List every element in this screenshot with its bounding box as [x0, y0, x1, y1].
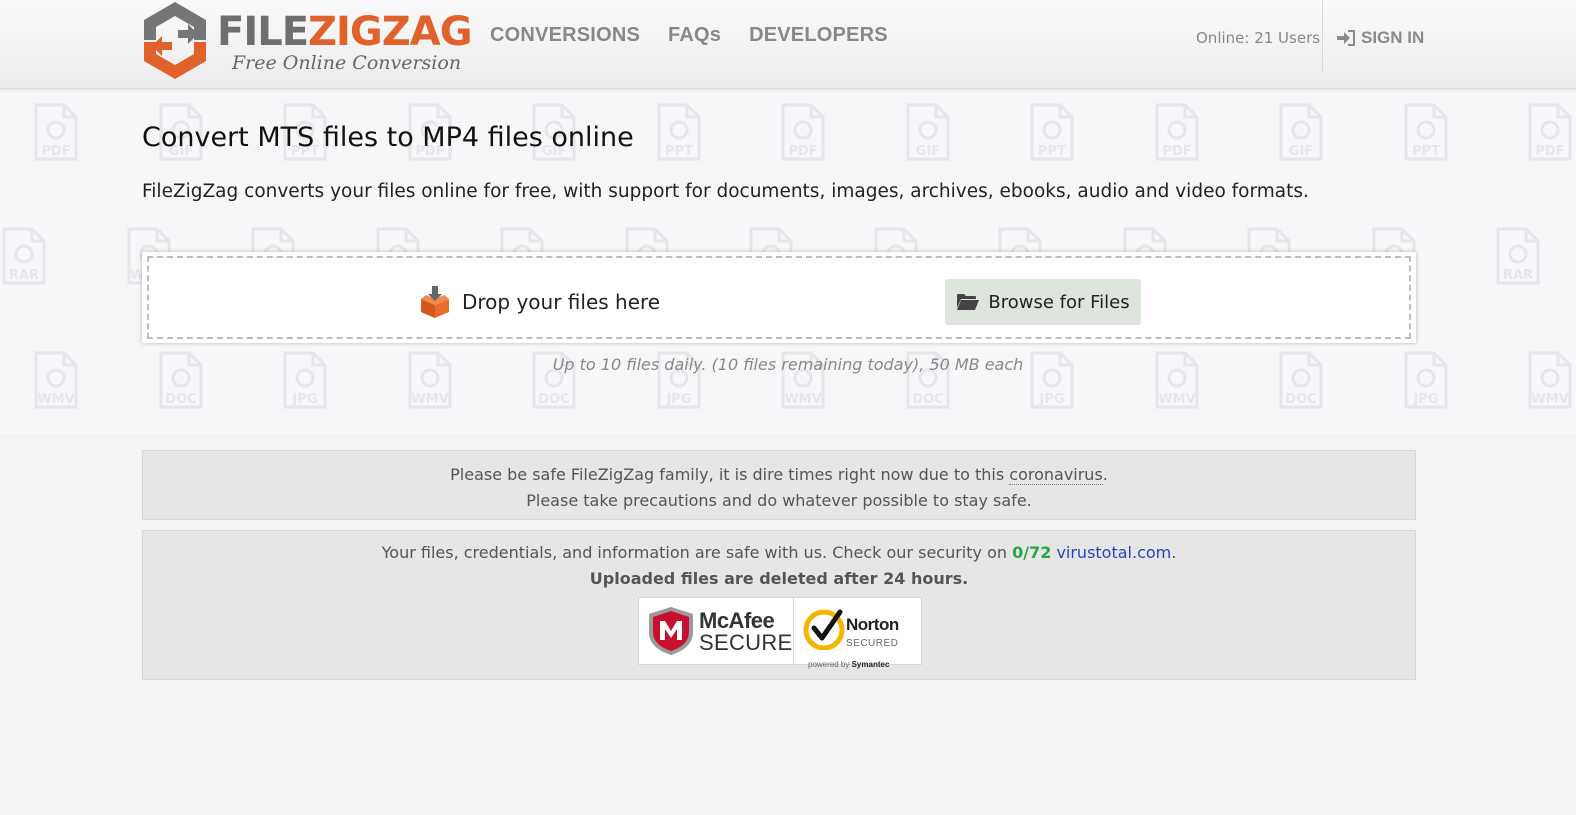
virustotal-link[interactable]: virustotal.com	[1056, 543, 1171, 562]
logo-tagline: Free Online Conversion	[232, 52, 462, 74]
safety-notice: Please be safe FileZigZag family, it is …	[142, 450, 1416, 520]
dropzone-dashed-border	[147, 256, 1411, 339]
watermark-label: PDF	[41, 144, 70, 159]
safety-notice-line1: Please be safe FileZigZag family, it is …	[450, 465, 1108, 485]
upload-limits-text: Up to 10 files daily. (10 files remainin…	[552, 355, 1024, 374]
file-icon: PDF	[1528, 103, 1572, 161]
logo[interactable]: FILEZIGZAG Free Online Conversion	[142, 0, 473, 82]
watermark-label: WMV	[411, 392, 448, 407]
norton-powered-by: powered by Symantec	[808, 660, 890, 669]
watermark-label: PPT	[1038, 144, 1066, 159]
logo-hexagon-icon	[144, 2, 206, 79]
watermark-label: PDF	[1535, 144, 1564, 159]
watermark-label: RAR	[9, 268, 39, 283]
watermark-label: JPG	[1412, 392, 1438, 407]
file-icon: PPT	[1404, 103, 1447, 161]
browse-files-button[interactable]: Browse for Files	[945, 279, 1141, 325]
norton-secured-badge[interactable]: Norton SECURED powered by Symantec	[794, 597, 922, 669]
drop-files-text: Drop your files here	[462, 290, 661, 314]
browse-files-label: Browse for Files	[988, 291, 1130, 313]
security-line1: Your files, credentials, and information…	[381, 543, 1177, 562]
sign-in-button[interactable]: SIGN IN	[1336, 28, 1424, 48]
file-icon: PDF	[781, 103, 825, 161]
watermark-file-icon: RAR	[1496, 227, 1540, 285]
deletion-policy-text: Uploaded files are deleted after 24 hour…	[589, 569, 969, 588]
watermark-label: RAR	[1503, 268, 1533, 283]
drop-files-label: Drop your files here	[418, 285, 660, 319]
watermark-file-icon: GIF	[906, 103, 950, 161]
watermark-label: WMV	[784, 392, 821, 407]
watermark-file-icon: GIF	[1279, 103, 1323, 161]
nav-developers[interactable]: DEVELOPERS	[749, 24, 888, 47]
watermark-label: WMV	[1158, 392, 1195, 407]
watermark-label: GIF	[1289, 144, 1313, 159]
coronavirus-link[interactable]: coronavirus	[1009, 465, 1103, 485]
site-header: FILEZIGZAG Free Online Conversion CONVER…	[0, 0, 1576, 89]
mcafee-shield-icon	[649, 607, 693, 655]
watermark-file-icon: PDF	[1528, 103, 1572, 161]
watermark-label: JPG	[291, 392, 317, 407]
folder-open-icon	[957, 294, 980, 310]
mcafee-secure-label: SECURE	[699, 630, 793, 655]
file-icon: PPT	[657, 103, 700, 161]
nav-conversions[interactable]: CONVERSIONS	[490, 24, 640, 47]
box-download-icon	[421, 286, 449, 318]
header-divider	[1322, 0, 1323, 72]
watermark-label: PPT	[1412, 144, 1440, 159]
watermark-label: JPG	[1038, 392, 1064, 407]
watermark-label: DOC	[538, 392, 569, 407]
page-title: Convert MTS files to MP4 files online	[142, 122, 634, 153]
logo-wordmark: FILEZIGZAG	[217, 9, 473, 55]
norton-check-icon	[803, 609, 845, 650]
file-icon: PPT	[1030, 103, 1074, 161]
file-icon: GIF	[906, 103, 949, 161]
online-users-count: Online: 21 Users	[1196, 29, 1321, 47]
file-icon: PDF	[1155, 103, 1198, 161]
file-icon: RAR	[2, 227, 46, 285]
sign-in-icon	[1337, 30, 1355, 46]
safety-notice-line2: Please take precautions and do whatever …	[526, 491, 1032, 510]
security-info: Your files, credentials, and information…	[142, 530, 1416, 680]
watermark-file-icon: PPT	[657, 103, 701, 161]
security-badges: McAfee SECURE Norton SECURED powered by …	[638, 597, 922, 669]
watermark-label: PDF	[788, 144, 817, 159]
watermark-file-icon: PPT	[1404, 103, 1448, 161]
main-nav: CONVERSIONS FAQs DEVELOPERS	[490, 24, 888, 47]
file-icon: RAR	[1496, 227, 1540, 285]
watermark-label: WMV	[1531, 392, 1568, 407]
mcafee-secure-badge[interactable]: McAfee SECURE	[638, 597, 794, 665]
watermark-file-icon: RAR	[2, 227, 46, 285]
file-icon: GIF	[1279, 103, 1323, 161]
nav-faqs[interactable]: FAQs	[668, 24, 721, 47]
watermark-label: DOC	[1285, 392, 1316, 407]
file-dropzone[interactable]: Drop your files here Browse for Files	[142, 252, 1416, 343]
watermark-file-icon: PDF	[1155, 103, 1199, 161]
watermark-file-icon: PDF	[34, 103, 78, 161]
page-subtitle: FileZigZag converts your files online fo…	[142, 181, 1309, 202]
watermark-label: DOC	[165, 392, 196, 407]
watermark-file-icon: PDF	[781, 103, 825, 161]
watermark-label: PPT	[665, 144, 693, 159]
virustotal-score: 0/72	[1012, 543, 1052, 562]
watermark-label: JPG	[665, 392, 691, 407]
watermark-label: WMV	[37, 392, 74, 407]
watermark-label: DOC	[912, 392, 943, 407]
watermark-label: PDF	[1162, 144, 1191, 159]
watermark-file-icon: PPT	[1030, 103, 1074, 161]
file-icon: PDF	[34, 103, 78, 161]
watermark-label: GIF	[915, 144, 939, 159]
sign-in-label: SIGN IN	[1361, 28, 1425, 47]
